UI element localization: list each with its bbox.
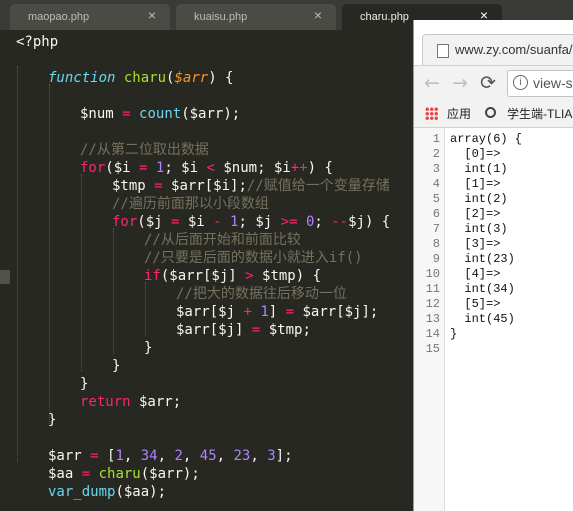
info-icon[interactable]: i xyxy=(513,75,528,90)
output-line: int(2) xyxy=(450,192,508,206)
forward-icon[interactable]: → xyxy=(452,72,468,94)
indent-guide xyxy=(49,84,50,426)
code-line-20: } xyxy=(80,376,89,392)
line-number: 10 xyxy=(425,267,440,281)
output-line: [4]=> xyxy=(450,267,501,281)
browser-tab[interactable]: www.zy.com/suanfa/ xyxy=(422,34,573,65)
line-number: 12 xyxy=(425,297,440,311)
code-line-8: for($i = 1; $i < $num; $i++) { xyxy=(80,160,333,176)
close-icon[interactable]: × xyxy=(314,7,322,23)
code-line-17: $arr[$j] = $tmp; xyxy=(176,322,311,338)
line-number: 4 xyxy=(432,177,440,191)
back-icon[interactable]: ← xyxy=(424,72,440,94)
line-number: 7 xyxy=(432,222,440,236)
reload-icon[interactable]: ⟳ xyxy=(480,72,496,94)
output-line: int(3) xyxy=(450,222,508,236)
code-line-24: $arr = [1, 34, 2, 45, 23, 3]; xyxy=(48,448,293,464)
code-line-26: var_dump($aa); xyxy=(48,484,167,500)
output-line: [1]=> xyxy=(450,177,501,191)
code-line-7: //从第二位取出数据 xyxy=(80,142,209,158)
indent-guide xyxy=(81,174,82,372)
bookmarks-bar: 应用 学生端-TLIA xyxy=(414,100,573,128)
code-line-5: $num = count($arr); xyxy=(80,106,241,122)
code-line-12: //从后面开始和前面比较 xyxy=(144,232,301,248)
close-icon[interactable]: × xyxy=(148,7,156,23)
output-line: } xyxy=(450,327,458,341)
address-text[interactable]: view-s xyxy=(533,75,573,91)
line-number: 9 xyxy=(432,252,440,266)
code-line-1: <?php xyxy=(16,34,59,50)
code-line-13: //只要是后面的数据小就进入if() xyxy=(144,250,363,266)
line-number: 6 xyxy=(432,207,440,221)
view-source-content: 1 2 3 4 5 6 7 8 9 10 11 12 13 14 15 array(6) { [0]=> i… xyxy=(414,128,573,511)
line-number: 13 xyxy=(425,312,440,326)
page-icon xyxy=(437,44,449,58)
tab-kuaisu[interactable]: kuaisu.php × xyxy=(176,4,336,30)
apps-label[interactable]: 应用 xyxy=(447,105,471,122)
apps-icon[interactable] xyxy=(425,107,438,120)
line-number: 15 xyxy=(425,342,440,356)
code-line-3: function charu($arr) { xyxy=(48,70,234,86)
browser-toolbar: ← → ⟳ i view-s xyxy=(414,65,573,101)
code-line-25: $aa = charu($arr); xyxy=(48,466,200,482)
line-number: 5 xyxy=(432,192,440,206)
output-line: [3]=> xyxy=(450,237,501,251)
output-line: array(6) { xyxy=(450,132,523,146)
line-number: 14 xyxy=(425,327,440,341)
line-number: 3 xyxy=(432,162,440,176)
line-number: 11 xyxy=(425,282,440,296)
code-editor[interactable]: <?php function charu($arr) { $num = coun… xyxy=(0,30,413,511)
bookmark-item[interactable]: 学生端-TLIA xyxy=(507,105,572,122)
line-number: 1 xyxy=(432,132,440,146)
tab-label: maopao.php xyxy=(28,11,90,23)
indent-guide xyxy=(113,228,114,354)
code-line-9: $tmp = $arr[$i];//赋值给一个变量存储 xyxy=(112,178,390,194)
output-line: int(45) xyxy=(450,312,515,326)
output-line: [5]=> xyxy=(450,297,501,311)
code-line-10: //遍历前面那以小段数组 xyxy=(112,196,269,212)
code-line-21: return $arr; xyxy=(80,394,182,410)
code-line-18: } xyxy=(144,340,153,356)
output-line: int(34) xyxy=(450,282,515,296)
code-line-22: } xyxy=(48,412,57,428)
code-line-14: if($arr[$j] > $tmp) { xyxy=(144,268,322,284)
tab-maopao[interactable]: maopao.php × xyxy=(10,4,170,30)
line-number-gutter: 1 2 3 4 5 6 7 8 9 10 11 12 13 14 15 xyxy=(414,128,445,511)
address-bar[interactable]: i view-s xyxy=(507,70,573,97)
code-line-15: //把大的数据往后移动一位 xyxy=(176,286,347,302)
indent-guide xyxy=(17,66,18,462)
code-line-19: } xyxy=(112,358,121,374)
code-line-11: for($j = $i - 1; $j >= 0; --$j) { xyxy=(112,214,391,230)
browser-window: www.zy.com/suanfa/ ← → ⟳ i view-s 应用 学生端… xyxy=(413,20,573,511)
bookmark-icon xyxy=(485,107,496,118)
output-line: [0]=> xyxy=(450,147,501,161)
output-line: int(23) xyxy=(450,252,515,266)
tab-label: charu.php xyxy=(360,11,409,23)
browser-tab-title: www.zy.com/suanfa/ xyxy=(455,42,573,57)
line-number: 8 xyxy=(432,237,440,251)
output-line: [2]=> xyxy=(450,207,501,221)
tab-label: kuaisu.php xyxy=(194,11,248,23)
current-line-marker xyxy=(0,270,10,284)
output-line: int(1) xyxy=(450,162,508,176)
indent-guide xyxy=(145,282,146,336)
line-number: 2 xyxy=(432,147,440,161)
code-line-16: $arr[$j + 1] = $arr[$j]; xyxy=(176,304,379,320)
